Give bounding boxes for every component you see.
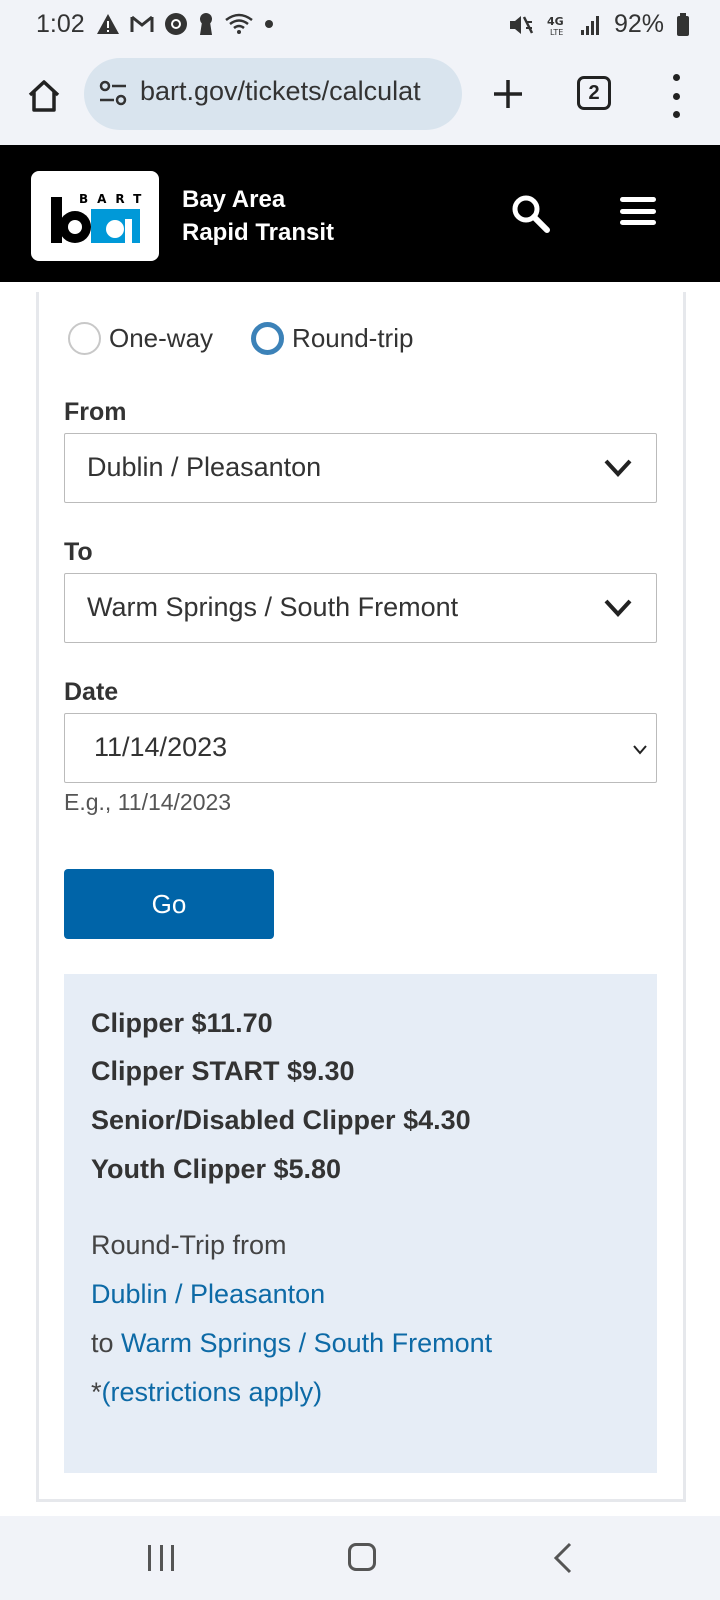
system-icons: 4G LTE 92% <box>508 10 690 39</box>
wifi-question-icon <box>225 13 253 34</box>
nav-home-button[interactable] <box>348 1543 376 1571</box>
browser-toolbar: bart.gov/tickets/calculat 2 <box>0 52 720 144</box>
new-tab-button[interactable] <box>486 72 530 116</box>
fare-results: Clipper $11.70 Clipper START $9.30 Senio… <box>64 974 657 1473</box>
fare-senior-disabled: Senior/Disabled Clipper $4.30 <box>91 1105 471 1135</box>
fare-clipper-start: Clipper START $9.30 <box>91 1056 355 1086</box>
browser-home-button[interactable] <box>20 72 68 120</box>
menu-bar <box>620 220 656 225</box>
chrome-icon <box>165 13 187 35</box>
bart-logo[interactable]: BART <box>31 171 159 261</box>
notification-icons <box>96 12 274 36</box>
tab-switcher-button[interactable]: 2 <box>577 76 611 110</box>
chevron-down-icon <box>633 745 647 755</box>
site-header: BART Bay Area Rapid Transit <box>0 145 720 282</box>
hamburger-menu-button[interactable] <box>620 197 656 225</box>
chevron-down-icon <box>604 459 632 477</box>
to-station-select[interactable]: Warm Springs / South Fremont <box>64 573 657 643</box>
site-settings-icon[interactable] <box>98 80 128 106</box>
date-value: 11/14/2023 <box>94 732 228 762</box>
trip-prefix: Round-Trip from <box>91 1230 287 1260</box>
menu-bar <box>620 197 656 202</box>
bart-logo-mark: BART <box>51 192 150 243</box>
warning-icon <box>97 14 119 34</box>
one-way-label[interactable]: One-way <box>109 323 213 354</box>
trip-to-prefix: to <box>91 1328 114 1358</box>
chevron-down-icon <box>604 599 632 617</box>
url-text: bart.gov/tickets/calculat <box>140 76 421 106</box>
to-label: To <box>64 538 93 566</box>
go-button[interactable]: Go <box>64 869 274 939</box>
restrictions-asterisk: * <box>91 1377 102 1407</box>
date-select[interactable]: 11/14/2023 <box>64 713 657 783</box>
more-dot <box>672 111 680 118</box>
recent-bar <box>148 1545 151 1571</box>
trip-type-radio-group: One-way Round-trip <box>68 322 451 355</box>
site-name-line1: Bay Area <box>182 186 286 213</box>
more-options-button[interactable] <box>664 74 688 118</box>
date-hint: E.g., 11/14/2023 <box>64 789 232 815</box>
svg-text:4G: 4G <box>547 15 564 28</box>
svg-text:LTE: LTE <box>550 28 563 37</box>
mute-icon <box>509 15 534 34</box>
recent-apps-button[interactable] <box>148 1545 174 1571</box>
from-station-link[interactable]: Dublin / Pleasanton <box>91 1279 325 1310</box>
from-label: From <box>64 398 127 426</box>
fare-youth: Youth Clipper $5.80 <box>91 1154 342 1184</box>
recent-bar <box>171 1545 174 1571</box>
system-nav-bar <box>0 1516 720 1600</box>
battery-icon <box>677 12 689 36</box>
more-dot <box>672 74 680 81</box>
plus-icon <box>494 80 522 108</box>
address-bar[interactable]: bart.gov/tickets/calculat <box>84 58 462 130</box>
round-trip-label[interactable]: Round-trip <box>292 323 413 354</box>
fare-clipper: Clipper $11.70 <box>91 1008 273 1038</box>
from-station-value: Dublin / Pleasanton <box>87 452 322 482</box>
back-icon[interactable] <box>552 1542 574 1574</box>
trip-to-line: to Warm Springs / South Fremont <box>91 1328 492 1359</box>
logo-letters: BART <box>79 192 150 206</box>
from-station-select[interactable]: Dublin / Pleasanton <box>64 433 657 503</box>
dot-icon <box>265 20 273 28</box>
restrictions-line: *(restrictions apply) <box>91 1377 322 1408</box>
date-label: Date <box>64 678 119 706</box>
header-search-button[interactable] <box>510 193 552 240</box>
recent-bar <box>159 1545 163 1571</box>
search-icon <box>512 195 550 233</box>
to-station-value: Warm Springs / South Fremont <box>87 592 459 622</box>
menu-bar <box>620 208 656 214</box>
keyhole-icon <box>200 13 212 35</box>
4g-lte-icon: 4GLTE <box>547 15 564 37</box>
site-name-line2: Rapid Transit <box>182 219 335 246</box>
status-bar: 1:02 4G LTE 92% <box>0 0 720 52</box>
battery-percent: 92% <box>613 10 664 38</box>
one-way-radio[interactable] <box>68 322 101 355</box>
gmail-icon <box>130 15 154 32</box>
home-icon <box>28 80 60 112</box>
restrictions-link[interactable]: (restrictions apply) <box>102 1377 323 1407</box>
site-name[interactable]: Bay Area Rapid Transit <box>182 183 334 249</box>
round-trip-radio[interactable] <box>251 322 285 355</box>
to-station-link[interactable]: Warm Springs / South Fremont <box>121 1328 492 1358</box>
more-dot <box>672 92 680 100</box>
status-time: 1:02 <box>36 10 85 38</box>
signal-icon <box>580 15 599 35</box>
